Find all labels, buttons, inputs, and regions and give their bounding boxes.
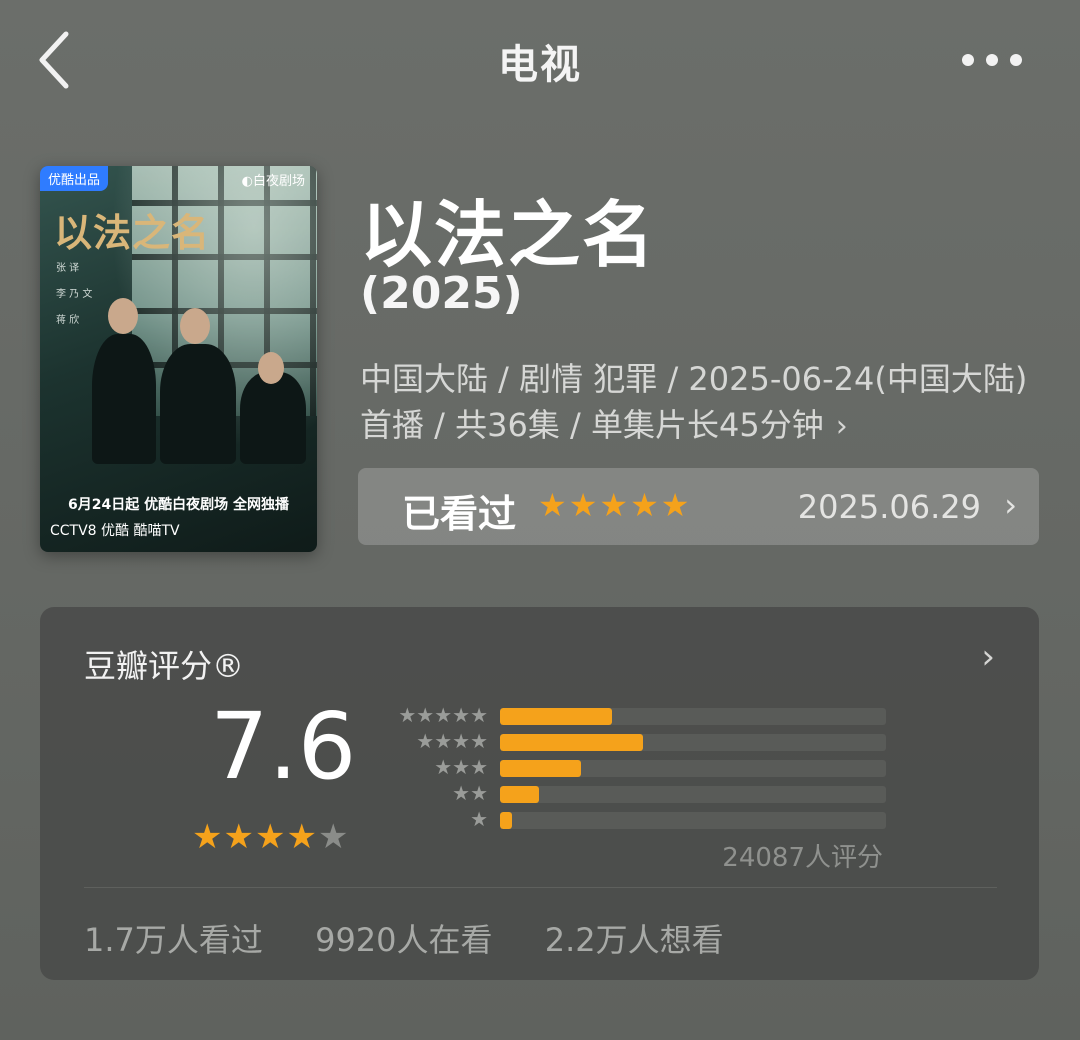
poster-date-line: 6月24日起 优酷白夜剧场 全网独播 [68,497,289,513]
divider [84,887,997,888]
poster-figure-head [180,308,210,344]
more-options-button[interactable] [960,48,1024,72]
poster-cast-name: 张 译 [56,263,80,274]
want-to-watch-count[interactable]: 2.2万人想看 [545,921,724,959]
dist-bar-track [500,708,886,725]
poster-image[interactable]: 优酷出品 ◐白夜剧场 以法之名 张 译 李 乃 文 蒋 欣 6月24日起 优酷白… [40,166,317,552]
poster-platforms: CCTV8 优酷 酷喵TV [50,523,180,539]
show-meta-info[interactable]: 中国大陆 / 剧情 犯罪 / 2025-06-24(中国大陆)首播 / 共36集… [360,356,1040,450]
rating-score: 7.6 [210,693,357,800]
my-rating-stars: ★★★★★ [538,486,691,524]
star-icon: ★ [470,807,488,831]
watched-count[interactable]: 1.7万人看过 [84,921,263,959]
dist-bar-fill [500,760,582,777]
poster-figure-head [108,298,138,334]
audience-stats: 1.7万人看过 9920人在看 2.2万人想看 [84,915,766,961]
chevron-right-icon: › [1004,486,1017,524]
show-meta-text: 中国大陆 / 剧情 犯罪 / 2025-06-24(中国大陆)首播 / 共36集… [360,360,1028,444]
rating-dist-row-5: ★★★★★ [388,703,888,731]
poster-figure-head [258,352,284,384]
star-icon: ★ [192,817,224,857]
score-stars: ★★★★★ [192,817,349,857]
star-icon: ★ [660,486,692,524]
rating-dist-row-4: ★★★★ [388,729,888,757]
more-horizontal-icon [962,54,1022,66]
rating-count: 24087人评分 [722,843,883,873]
poster-figure [240,372,306,464]
dist-bar-track [500,812,886,829]
poster-badge: 优酷出品 [40,166,109,191]
watched-date: 2025.06.29 [797,488,981,526]
star-icon: ★ [630,486,661,524]
poster-cast-list: 张 译 李 乃 文 蒋 欣 [56,256,106,334]
show-year: (2025) [360,268,523,319]
poster-figure [92,334,156,464]
star-icon: ★★★★ [416,729,488,753]
watched-status-bar[interactable]: 已看过 ★★★★★ 2025.06.29 › [358,468,1039,545]
douban-rating-card: 豆瓣评分® › 7.6 ★★★★★ ★★★★★ ★★★★ ★★★ ★★ ★ 24… [40,607,1039,980]
rating-dist-row-2: ★★ [388,781,888,809]
star-icon: ★ [286,817,318,857]
watching-count[interactable]: 9920人在看 [315,921,492,959]
star-empty-icon: ★ [317,817,350,857]
page-title: 电视 [498,42,582,88]
star-icon: ★ [254,817,287,857]
dist-bar-fill [500,786,539,803]
dist-bar-track [500,734,886,751]
dist-bar-fill [500,708,612,725]
star-icon: ★★ [452,781,488,805]
rating-dist-row-3: ★★★ [388,755,888,783]
star-icon: ★ [538,486,569,524]
top-bar: 电视 [0,0,1080,120]
star-icon: ★ [568,486,600,524]
dist-bar-track [500,786,886,803]
rating-distribution: ★★★★★ ★★★★ ★★★ ★★ ★ [388,703,888,835]
dist-bar-fill [500,812,512,829]
rating-title: 豆瓣评分® [84,647,245,685]
rating-dist-row-1: ★ [388,807,888,835]
poster-title-art: 以法之名 [54,210,211,255]
poster-channel-logo: ◐白夜剧场 [241,174,305,189]
star-icon: ★★★ [434,755,488,779]
watched-label: 已看过 [402,492,517,536]
poster-cast-name: 李 乃 文 [56,289,93,300]
chevron-right-icon: › [835,409,848,444]
show-title: 以法之名 [360,193,657,277]
poster-figure [160,344,236,464]
star-icon: ★ [223,817,255,857]
rating-details-chevron[interactable]: › [981,637,995,677]
dist-bar-fill [500,734,643,751]
star-icon: ★★★★★ [398,703,488,727]
poster-cast-name: 蒋 欣 [56,315,80,326]
star-icon: ★ [599,486,631,524]
dist-bar-track [500,760,886,777]
